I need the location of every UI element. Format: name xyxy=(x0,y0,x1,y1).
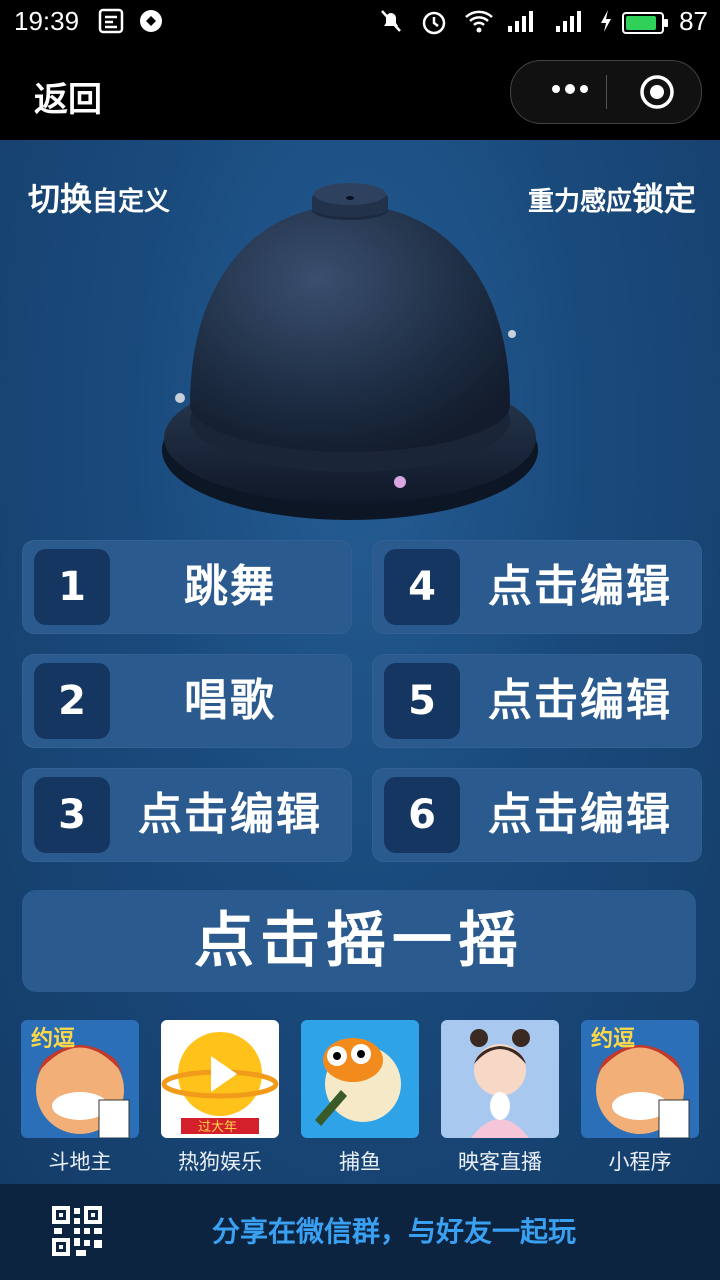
nav-bar: 返回 xyxy=(0,46,720,140)
option-tile-5[interactable]: 5 点击编辑 xyxy=(372,654,702,748)
pufferfish-icon xyxy=(301,1020,419,1138)
main-area: 切换自定义 重力感应锁定 1 跳舞 2 唱歌 3 点击编辑 4 点击编辑 5 点… xyxy=(0,140,720,1184)
option-tile-3[interactable]: 3 点击编辑 xyxy=(22,768,352,862)
option-label: 点击编辑 xyxy=(138,789,322,840)
app-name: 斗地主 xyxy=(48,1150,112,1174)
app-name: 小程序 xyxy=(608,1150,672,1174)
live-stream-icon xyxy=(441,1020,559,1138)
option-number: 2 xyxy=(34,663,110,739)
status-time: 19:39 xyxy=(14,6,80,36)
switch-custom-button[interactable]: 切换自定义 xyxy=(28,174,170,220)
app-item[interactable]: 映客直播 xyxy=(440,1020,560,1176)
gravity-lock-button[interactable]: 重力感应锁定 xyxy=(528,174,696,220)
gravity-label: 重力感应 xyxy=(527,187,632,217)
sync-icon xyxy=(138,8,164,41)
option-label: 点击编辑 xyxy=(488,561,672,612)
share-text: 分享在微信群，与好友一起玩 xyxy=(212,1215,577,1248)
custom-label: 自定义 xyxy=(92,187,171,217)
app-notification-icon xyxy=(98,8,124,41)
option-number: 1 xyxy=(34,549,110,625)
svg-text:过大年: 过大年 xyxy=(198,1120,237,1135)
battery-icon xyxy=(622,12,668,34)
app-item[interactable]: 捕鱼 xyxy=(300,1020,420,1176)
recommended-apps: 约逗 斗地主 过大年 热狗娱乐 捕鱼 映客直播 约逗 小程序 xyxy=(0,1020,720,1180)
charging-icon xyxy=(598,8,614,41)
status-bar: 19:39 87 xyxy=(0,0,720,46)
svg-text:约逗: 约逗 xyxy=(591,1026,635,1052)
wifi-icon xyxy=(464,8,494,41)
option-tile-2[interactable]: 2 唱歌 xyxy=(22,654,352,748)
capsule-divider xyxy=(606,75,607,109)
play-planet-icon: 过大年 xyxy=(161,1020,279,1138)
option-number: 6 xyxy=(384,777,460,853)
option-tile-4[interactable]: 4 点击编辑 xyxy=(372,540,702,634)
back-button[interactable]: 返回 xyxy=(34,72,102,121)
option-label: 点击编辑 xyxy=(488,789,672,840)
more-dots-icon[interactable] xyxy=(535,71,605,111)
qr-code-icon xyxy=(52,1206,102,1256)
app-name: 捕鱼 xyxy=(339,1150,381,1174)
battery-level: 87 xyxy=(679,6,708,36)
target-icon[interactable] xyxy=(639,74,675,110)
service-bell-icon[interactable] xyxy=(160,180,540,525)
option-number: 3 xyxy=(34,777,110,853)
share-bar[interactable]: 分享在微信群，与好友一起玩 xyxy=(0,1184,720,1280)
switch-label: 切换 xyxy=(28,180,93,218)
shake-button[interactable]: 点击摇一摇 xyxy=(22,890,696,992)
lock-label: 锁定 xyxy=(631,180,696,218)
menu-capsule xyxy=(510,60,702,124)
signal-icon xyxy=(506,8,538,41)
card-game-icon: 约逗 xyxy=(21,1020,139,1138)
app-name: 热狗娱乐 xyxy=(178,1150,262,1174)
option-tile-1[interactable]: 1 跳舞 xyxy=(22,540,352,634)
option-number: 4 xyxy=(384,549,460,625)
alarm-icon xyxy=(420,8,448,43)
option-label: 点击编辑 xyxy=(488,675,672,726)
option-label: 唱歌 xyxy=(184,675,276,726)
app-item[interactable]: 过大年 热狗娱乐 xyxy=(160,1020,280,1176)
card-game-icon: 约逗 xyxy=(581,1020,699,1138)
svg-text:约逗: 约逗 xyxy=(31,1026,75,1052)
signal-4g-icon xyxy=(552,8,586,41)
app-item[interactable]: 约逗 小程序 xyxy=(580,1020,700,1176)
option-tile-6[interactable]: 6 点击编辑 xyxy=(372,768,702,862)
mute-icon xyxy=(378,8,404,41)
app-item[interactable]: 约逗 斗地主 xyxy=(20,1020,140,1176)
option-label: 跳舞 xyxy=(184,561,276,612)
option-number: 5 xyxy=(384,663,460,739)
app-name: 映客直播 xyxy=(458,1150,542,1174)
